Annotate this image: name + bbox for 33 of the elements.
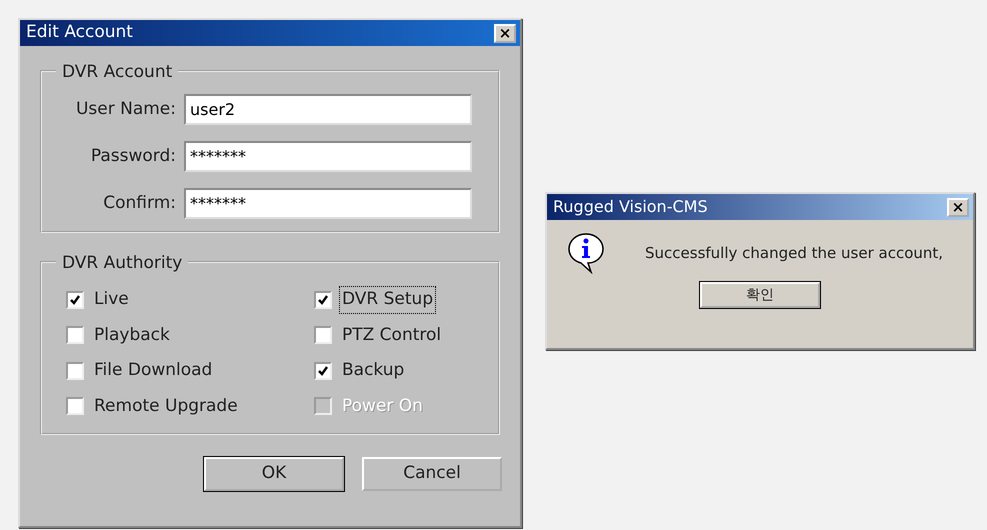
checkbox[interactable] (66, 362, 84, 380)
input-field[interactable]: user2 (184, 94, 472, 125)
information-icon (567, 232, 605, 274)
field-label: User Name: (74, 98, 176, 121)
checkbox-label: Live (93, 288, 130, 311)
checkbox[interactable] (66, 290, 84, 309)
checkmark-icon (317, 294, 329, 306)
checkbox[interactable] (314, 326, 332, 344)
checkmark-icon (317, 364, 329, 377)
input-field[interactable]: ******* (184, 188, 472, 219)
checkbox-label: File Download (93, 359, 214, 382)
checkbox-label: PTZ Control (341, 324, 442, 346)
checkbox-label: Remote Upgrade (93, 394, 239, 418)
field-label: Confirm: (102, 192, 176, 215)
checkbox-label: Power On (341, 394, 424, 418)
checkbox-label: Backup (341, 359, 406, 382)
checkbox[interactable] (66, 397, 84, 416)
checkbox[interactable] (66, 326, 84, 344)
checkmark-icon (69, 294, 81, 306)
message-text: Successfully changed the user account, (645, 242, 944, 264)
input-field[interactable]: ******* (184, 141, 472, 172)
close-button[interactable]: × (947, 198, 969, 216)
ok-button[interactable]: OK (204, 457, 344, 491)
field-label: Password: (90, 144, 176, 168)
checkbox-label: Playback (93, 324, 171, 346)
checkbox-label: DVR Setup (340, 287, 436, 312)
confirm-button[interactable]: 확인 (700, 282, 820, 308)
close-button[interactable]: × (494, 24, 516, 42)
window-title: Edit Account (26, 21, 133, 44)
window-title: Rugged Vision-CMS (553, 196, 708, 218)
checkbox[interactable] (314, 362, 332, 380)
cancel-button[interactable]: Cancel (362, 457, 502, 491)
checkbox[interactable] (314, 290, 332, 309)
